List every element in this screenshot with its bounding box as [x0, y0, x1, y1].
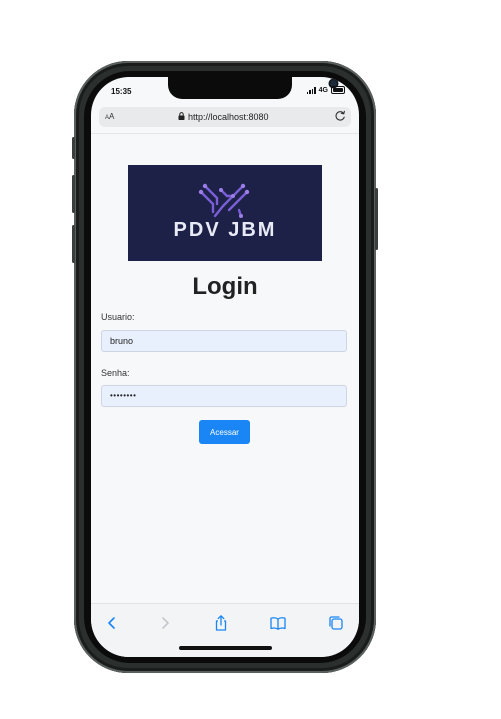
- tabs-icon[interactable]: [327, 614, 345, 632]
- share-icon[interactable]: [212, 614, 230, 632]
- battery-icon: [331, 86, 345, 94]
- phone-volume-up: [72, 175, 75, 213]
- divider: [91, 133, 359, 134]
- text-size-button[interactable]: AA: [105, 112, 114, 121]
- phone-screen: 15:35 4G AA http://localhost:8080 PDV JB…: [91, 77, 359, 657]
- brand-logo: PDV JBM: [128, 165, 322, 261]
- status-indicators: 4G: [306, 86, 345, 94]
- signal-icon: [306, 86, 316, 94]
- bookmarks-icon[interactable]: [269, 614, 287, 632]
- password-label: Senha:: [101, 368, 130, 378]
- username-label: Usuario:: [101, 312, 135, 322]
- network-label: 4G: [318, 86, 328, 94]
- lock-icon: [178, 112, 185, 120]
- back-icon[interactable]: [103, 614, 121, 632]
- phone-power-button: [375, 188, 378, 250]
- submit-button[interactable]: Acessar: [199, 420, 250, 444]
- status-time: 15:35: [111, 87, 132, 96]
- password-field[interactable]: ••••••••: [101, 385, 347, 407]
- phone-volume-down: [72, 225, 75, 263]
- username-field[interactable]: bruno: [101, 330, 347, 352]
- phone-side-button: [72, 137, 75, 159]
- forward-icon[interactable]: [156, 614, 174, 632]
- logo-text: PDV JBM: [173, 219, 277, 241]
- reload-icon[interactable]: [334, 110, 346, 122]
- circuit-logo-icon: [198, 183, 250, 218]
- page-title: Login: [192, 273, 258, 300]
- home-indicator[interactable]: [179, 646, 272, 650]
- url-text[interactable]: http://localhost:8080: [188, 112, 269, 122]
- notch: [168, 77, 337, 99]
- address-bar[interactable]: AA http://localhost:8080: [99, 107, 351, 127]
